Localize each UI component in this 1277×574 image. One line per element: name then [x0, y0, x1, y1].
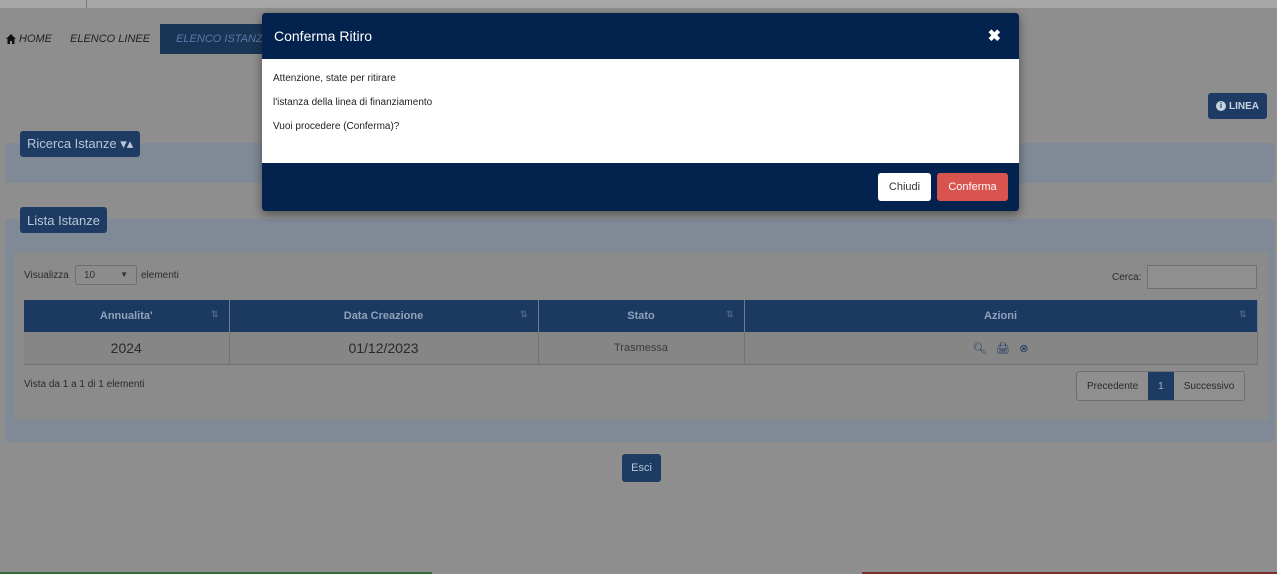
column-header-label: Stato [627, 310, 655, 322]
modal-message-line: Attenzione, state per ritirare [273, 73, 396, 84]
chevron-down-icon: ▼ [120, 270, 128, 279]
modal-body: Attenzione, state per ritirare l'istanza… [262, 59, 1019, 163]
modal-footer: Chiudi Conferma [262, 163, 1019, 211]
column-header-annualita[interactable]: Annualita' ⇅ [24, 300, 230, 332]
modal-header: Conferma Ritiro ✖ [262, 13, 1019, 59]
istanze-table: Annualita' ⇅ Data Creazione ⇅ Stato ⇅ Azion… [24, 300, 1258, 365]
pager-current[interactable]: 1 [1148, 372, 1174, 400]
sort-icon: ⇅ [210, 309, 219, 319]
column-header-label: Data Creazione [343, 310, 424, 322]
cell-annualita: 2024 [24, 332, 230, 365]
sort-icon: ⇅ [725, 309, 734, 319]
home-icon [6, 34, 16, 44]
breadcrumb-linee-label: ELENCO LINEE [70, 33, 151, 45]
page-size-value: 10 [84, 269, 96, 281]
ricerca-toggle[interactable]: Ricerca Istanze ▾▴ [20, 131, 141, 157]
top-strip-divider [86, 0, 87, 8]
cell-azioni: 🔍︎ 🖨︎ ⊗ [744, 332, 1258, 365]
cell-stato: Trasmessa [538, 332, 745, 365]
column-header-label: Azioni [984, 310, 1017, 322]
column-header-label: Annualita' [99, 310, 153, 322]
breadcrumb-linee[interactable]: ELENCO LINEE [62, 24, 167, 54]
elementi-label: elementi [141, 270, 179, 281]
visualizza-label: Visualizza [24, 270, 69, 281]
close-icon[interactable]: ✖ [988, 26, 1001, 46]
breadcrumb-home-label: HOME [19, 33, 52, 45]
pager-next[interactable]: Successivo [1174, 372, 1245, 400]
top-strip [0, 0, 1277, 8]
breadcrumb-istanze-label: ELENCO ISTANZE [176, 33, 271, 45]
chiudi-button[interactable]: Chiudi [878, 173, 931, 201]
column-header-azioni[interactable]: Azioni ⇅ [744, 300, 1258, 332]
sort-icon: ⇅ [1238, 309, 1247, 319]
conferma-button[interactable]: Conferma [937, 173, 1008, 201]
table-row: 2024 01/12/2023 Trasmessa 🔍︎ 🖨︎ ⊗ [24, 332, 1258, 365]
cerca-label: Cerca: [1112, 272, 1142, 283]
lista-legend: Lista Istanze [20, 207, 107, 233]
table-header-row: Annualita' ⇅ Data Creazione ⇅ Stato ⇅ Azion… [24, 300, 1258, 332]
confirm-modal: Conferma Ritiro ✖ Attenzione, state per … [262, 13, 1019, 211]
breadcrumb-home[interactable]: HOME [0, 24, 68, 54]
cell-data-creazione: 01/12/2023 [229, 332, 539, 365]
ricerca-toggle-label: Ricerca Istanze ▾▴ [27, 136, 134, 151]
print-icon[interactable]: 🖨︎ [996, 343, 1010, 355]
search-input[interactable] [1147, 265, 1257, 289]
pager-previous[interactable]: Precedente [1077, 372, 1148, 400]
table-info: Vista da 1 a 1 di 1 elementi [24, 379, 145, 390]
search-icon[interactable]: 🔍︎ [973, 343, 987, 355]
modal-message-line: l'istanza della linea di finanziamento [273, 97, 433, 108]
linea-button-label: LINEA [1229, 100, 1259, 112]
page-size-select[interactable]: 10 ▼ [75, 265, 137, 285]
linea-button[interactable]: i LINEA [1208, 93, 1267, 119]
info-icon: i [1216, 101, 1226, 111]
sort-icon: ⇅ [519, 309, 528, 319]
cancel-circle-icon[interactable]: ⊗ [1019, 343, 1028, 355]
modal-message-line: Vuoi procedere (Conferma)? [273, 121, 400, 132]
lista-legend-label: Lista Istanze [27, 212, 100, 228]
esci-button[interactable]: Esci [622, 454, 661, 482]
pagination: Precedente 1 Successivo [1076, 371, 1246, 401]
breadcrumb: HOME ELENCO LINEE ELENCO ISTANZE [0, 24, 281, 54]
column-header-data-creazione[interactable]: Data Creazione ⇅ [229, 300, 539, 332]
column-header-stato[interactable]: Stato ⇅ [538, 300, 745, 332]
modal-title: Conferma Ritiro [274, 28, 373, 44]
